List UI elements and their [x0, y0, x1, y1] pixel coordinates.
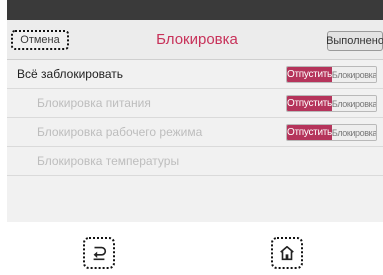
- header-bar: Отмена Блокировка Выполнено: [7, 20, 383, 60]
- home-icon: [280, 245, 294, 261]
- lock-all-row: Всё заблокировать Отпустить Блокировка: [7, 60, 383, 89]
- temperature-lock-row: Блокировка температуры: [7, 147, 383, 176]
- release-option[interactable]: Отпустить: [287, 125, 332, 140]
- temperature-lock-label: Блокировка температуры: [37, 154, 180, 168]
- home-button[interactable]: [271, 237, 303, 269]
- power-lock-toggle[interactable]: Отпустить Блокировка: [286, 95, 377, 112]
- done-button[interactable]: Выполнено: [326, 31, 383, 51]
- lock-option[interactable]: Блокировка: [331, 96, 376, 111]
- lock-all-label: Всё заблокировать: [17, 67, 124, 81]
- lock-option[interactable]: Блокировка: [331, 67, 376, 82]
- lock-all-toggle[interactable]: Отпустить Блокировка: [286, 66, 377, 83]
- release-option[interactable]: Отпустить: [287, 96, 332, 111]
- page-title: Блокировка: [156, 31, 238, 48]
- lock-screen: Отмена Блокировка Выполнено Всё заблокир…: [7, 20, 383, 222]
- power-lock-label: Блокировка питания: [37, 96, 151, 110]
- device-ui: Отмена Блокировка Выполнено Всё заблокир…: [0, 0, 383, 275]
- mode-lock-label: Блокировка рабочего режима: [37, 125, 203, 139]
- back-arrow-icon: [93, 246, 107, 261]
- release-option[interactable]: Отпустить: [287, 67, 332, 82]
- top-status-bar: [7, 0, 383, 20]
- mode-lock-row: Блокировка рабочего режима Отпустить Бло…: [7, 118, 383, 147]
- lock-option[interactable]: Блокировка: [331, 125, 376, 140]
- back-button[interactable]: [83, 237, 115, 269]
- mode-lock-toggle[interactable]: Отпустить Блокировка: [286, 124, 377, 141]
- cancel-button[interactable]: Отмена: [11, 30, 69, 50]
- power-lock-row: Блокировка питания Отпустить Блокировка: [7, 89, 383, 118]
